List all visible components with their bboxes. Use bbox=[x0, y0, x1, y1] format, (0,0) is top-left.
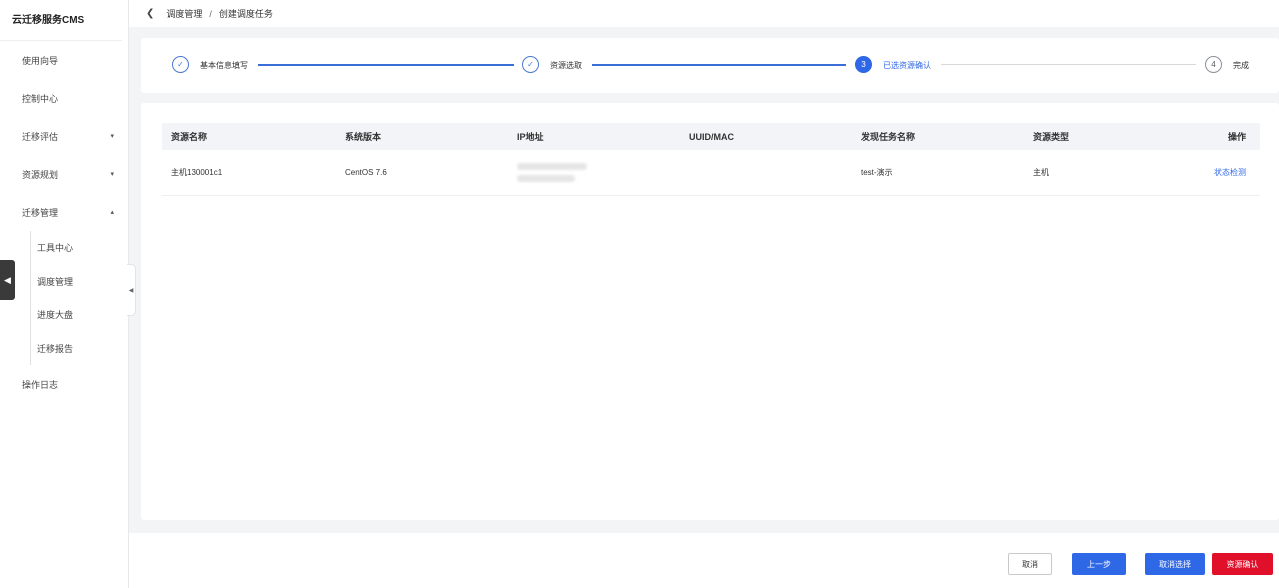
sidebar-subitem-migration-report[interactable]: 迁移报告 bbox=[30, 332, 128, 366]
steps-bar: ✓ 基本信息填写 ✓ 资源选取 3 已选资源确认 4 完成 bbox=[141, 38, 1279, 93]
sidebar-subitem-progress-dashboard[interactable]: 进度大盘 bbox=[30, 298, 128, 332]
sidebar-item-operation-log[interactable]: 操作日志 bbox=[0, 365, 128, 403]
step-3-label: 已选资源确认 bbox=[883, 61, 931, 70]
step-2-label: 资源选取 bbox=[550, 61, 582, 70]
sidebar-item-label: 资源规划 bbox=[22, 169, 59, 180]
step-1-check-icon: ✓ bbox=[172, 56, 189, 73]
sidebar-item-label: 控制中心 bbox=[22, 93, 59, 104]
sidebar-item-assessment[interactable]: 迁移评估 ▾ bbox=[0, 117, 128, 155]
sidebar-subitem-tool-center[interactable]: 工具中心 bbox=[30, 231, 128, 265]
deselect-button[interactable]: 取消选择 bbox=[1145, 553, 1205, 575]
step-connector bbox=[941, 64, 1196, 65]
redacted-ip-line bbox=[517, 175, 575, 182]
sidebar-subnav: 工具中心 调度管理 进度大盘 迁移报告 bbox=[30, 231, 128, 365]
caret-left-icon: ◀ bbox=[128, 287, 134, 294]
table-row: 主机130001c1 CentOS 7.6 test-演示 主机 状态检测 bbox=[162, 150, 1260, 196]
header-resource-name: 资源名称 bbox=[171, 132, 208, 142]
sidebar-subitem-label: 工具中心 bbox=[37, 243, 74, 254]
header-ip: IP地址 bbox=[517, 132, 544, 142]
sidebar-item-label: 迁移评估 bbox=[22, 131, 59, 142]
chevron-down-icon: ▾ bbox=[110, 133, 114, 140]
step-connector bbox=[592, 64, 846, 66]
header-os-version: 系统版本 bbox=[345, 132, 382, 142]
step-4-number: 4 bbox=[1205, 56, 1222, 73]
sidebar-item-label: 使用向导 bbox=[22, 55, 59, 66]
sidebar-item-migration-management[interactable]: 迁移管理 ▴ bbox=[0, 193, 128, 231]
back-icon[interactable]: ❮ bbox=[146, 8, 154, 19]
app-title: 云迁移服务CMS bbox=[0, 0, 122, 41]
sidebar-subitem-label: 迁移报告 bbox=[37, 343, 74, 354]
collapse-handle[interactable]: ◀ bbox=[0, 260, 15, 300]
caret-left-icon: ◀ bbox=[4, 274, 11, 285]
cell-discovery-task: test-演示 bbox=[861, 168, 893, 177]
sidebar-subitem-label: 调度管理 bbox=[37, 276, 74, 287]
breadcrumb-separator: / bbox=[209, 8, 212, 19]
status-check-link[interactable]: 状态检测 bbox=[1196, 167, 1260, 178]
selected-resources-card: 资源名称 系统版本 IP地址 UUID/MAC 发现任务名称 资源类型 操作 主… bbox=[141, 103, 1279, 520]
chevron-down-icon: ▾ bbox=[110, 171, 114, 178]
sidebar: 云迁移服务CMS 使用向导 控制中心 迁移评估 ▾ 资源规划 ▾ 迁移管理 ▴ … bbox=[0, 0, 129, 588]
ip-redacted bbox=[517, 163, 680, 182]
sidebar-toggle[interactable]: ◀ bbox=[127, 264, 136, 316]
prev-step-button[interactable]: 上一步 bbox=[1072, 553, 1126, 575]
chevron-up-icon: ▴ bbox=[110, 209, 114, 216]
table-header: 资源名称 系统版本 IP地址 UUID/MAC 发现任务名称 资源类型 操作 bbox=[162, 123, 1260, 150]
sidebar-item-label: 操作日志 bbox=[22, 379, 59, 390]
sidebar-item-resource-planning[interactable]: 资源规划 ▾ bbox=[0, 155, 128, 193]
cell-resource-name: 主机130001c1 bbox=[171, 168, 223, 177]
step-connector bbox=[258, 64, 514, 66]
cell-os-version: CentOS 7.6 bbox=[345, 168, 387, 177]
sidebar-subitem-label: 进度大盘 bbox=[37, 310, 74, 321]
status-check-label[interactable]: 状态检测 bbox=[1214, 168, 1246, 177]
header-action: 操作 bbox=[1227, 132, 1246, 142]
sidebar-subitem-scheduling[interactable]: 调度管理 bbox=[30, 265, 128, 299]
header-resource-type: 资源类型 bbox=[1033, 132, 1070, 142]
breadcrumb-current: 创建调度任务 bbox=[218, 9, 273, 19]
cell-resource-type: 主机 bbox=[1033, 168, 1049, 177]
footer-actions: 取消 上一步 取消选择 资源确认 bbox=[129, 533, 1279, 588]
resource-table: 资源名称 系统版本 IP地址 UUID/MAC 发现任务名称 资源类型 操作 主… bbox=[162, 123, 1260, 196]
sidebar-item-control-center[interactable]: 控制中心 bbox=[0, 79, 128, 117]
cell-ip bbox=[508, 163, 680, 182]
sidebar-item-guide[interactable]: 使用向导 bbox=[0, 41, 128, 79]
step-3-number: 3 bbox=[855, 56, 872, 73]
step-4-label: 完成 bbox=[1233, 61, 1249, 70]
step-1-label: 基本信息填写 bbox=[200, 61, 248, 70]
header-uuid-mac: UUID/MAC bbox=[689, 131, 734, 142]
breadcrumb-parent[interactable]: 调度管理 bbox=[166, 7, 202, 20]
header-discovery-task: 发现任务名称 bbox=[861, 132, 916, 142]
confirm-resources-button[interactable]: 资源确认 bbox=[1212, 553, 1273, 575]
redacted-ip-line bbox=[517, 163, 587, 170]
cancel-button[interactable]: 取消 bbox=[1008, 553, 1052, 575]
sidebar-item-label: 迁移管理 bbox=[22, 207, 59, 218]
step-2-check-icon: ✓ bbox=[522, 56, 539, 73]
breadcrumb: ❮ 调度管理 / 创建调度任务 bbox=[129, 0, 1279, 27]
